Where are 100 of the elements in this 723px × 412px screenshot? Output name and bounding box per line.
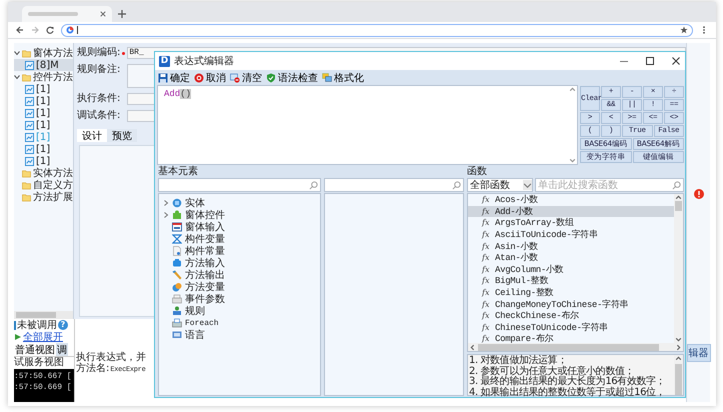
function-item[interactable]: fx BigMul-整数	[468, 275, 674, 287]
tree-item[interactable]: 控件方法	[14, 71, 73, 83]
function-item[interactable]: fx Acos-小数	[468, 194, 674, 206]
function-item[interactable]: fx Atan-小数	[468, 252, 674, 264]
toolbar-button[interactable]: 清空	[230, 70, 262, 84]
tree-item[interactable]: 方法输出	[163, 269, 320, 281]
chart-icon	[25, 132, 34, 142]
toolbar-button[interactable]: 确定	[158, 70, 190, 84]
shield-icon	[266, 72, 276, 82]
tab[interactable]: 预览	[107, 129, 137, 142]
function-item[interactable]: fx AvgColumn-小数	[468, 264, 674, 276]
category-dropdown[interactable]: 全部函数	[467, 178, 533, 192]
editor-button[interactable]: 辑器	[686, 344, 710, 362]
scroll-left-icon[interactable]	[469, 344, 476, 350]
tree-item[interactable]: Foreach	[163, 317, 320, 329]
error-icon	[694, 188, 704, 198]
scroll-up-icon[interactable]	[569, 86, 576, 93]
chart-icon	[25, 84, 34, 94]
function-item[interactable]: fx Add-小数	[468, 206, 674, 218]
toolbar-button[interactable]: 格式化	[322, 70, 364, 84]
tab[interactable]: 设计	[77, 129, 107, 142]
description-line: 1. 对数值做加法运算；	[469, 356, 567, 366]
scrollbar[interactable]	[674, 194, 683, 343]
tree-item[interactable]: 窗体输入	[163, 221, 320, 233]
scroll-down-icon[interactable]	[675, 336, 682, 343]
toolbar-button[interactable]: 语法检查	[266, 70, 318, 84]
back-icon[interactable]	[16, 26, 24, 34]
tree-item[interactable]: 构件常量	[163, 245, 320, 257]
search-field[interactable]	[158, 178, 321, 192]
search-field[interactable]	[324, 178, 464, 192]
box-icon	[172, 258, 182, 268]
tree-item[interactable]: [1]	[14, 119, 73, 131]
scrollbar[interactable]	[14, 311, 73, 319]
function-item[interactable]: fx Ceiling-整数	[468, 286, 674, 298]
close-icon[interactable]	[671, 56, 681, 66]
tree-item[interactable]: [1]	[14, 155, 73, 167]
tree-item[interactable]: [1]	[14, 107, 73, 119]
function-item[interactable]: fx AsciiToUnicode-字符串	[468, 228, 674, 240]
tab[interactable]: 调	[56, 343, 68, 356]
people-icon	[172, 306, 182, 316]
plus-icon[interactable]	[118, 10, 126, 18]
scroll-right-icon[interactable]	[675, 344, 682, 350]
tree-item[interactable]: [1]	[14, 83, 73, 95]
tree-item[interactable]: 方法输入	[163, 257, 320, 269]
tree-item[interactable]: [8]M	[14, 59, 73, 71]
tree-item[interactable]: [1]	[14, 143, 73, 155]
expression-editor[interactable]: Add()	[157, 85, 578, 165]
tree-item[interactable]: 实体	[163, 197, 320, 209]
chart-icon	[25, 120, 34, 130]
floppy-icon	[158, 72, 168, 82]
scroll-up-icon[interactable]	[675, 194, 682, 201]
scrollbar[interactable]	[568, 86, 577, 164]
tree-item[interactable]: 规则	[163, 305, 320, 317]
field-label: 规则备注:	[77, 64, 120, 76]
puzzle-icon	[172, 210, 182, 220]
star-icon[interactable]	[680, 26, 688, 34]
status-label: 未被调用	[17, 318, 57, 332]
window-title: 表达式编辑器	[174, 54, 234, 68]
pencil-icon	[172, 270, 182, 280]
function-item[interactable]: fx Asin-小数	[468, 240, 674, 252]
scroll-down-icon[interactable]	[569, 157, 576, 164]
function-item[interactable]: fx ChineseToUnicode-字符串	[468, 322, 674, 334]
forward-icon[interactable]	[31, 26, 39, 34]
scroll-up-icon[interactable]	[675, 355, 682, 362]
search-icon[interactable]	[309, 180, 318, 190]
search-field[interactable]: 单击此处搜索函数	[535, 178, 684, 192]
printer-icon	[172, 318, 182, 328]
function-item[interactable]: fx ChangeMoneyToChinese-字符串	[468, 298, 674, 310]
blurred-title	[28, 12, 78, 16]
scrollbar[interactable]	[467, 343, 684, 352]
tree-item[interactable]: 方法扩展	[14, 191, 73, 203]
tree-item[interactable]: 方法变量	[163, 281, 320, 293]
scroll-thumb[interactable]	[675, 201, 682, 211]
reload-icon[interactable]	[46, 26, 54, 34]
address-field[interactable]	[61, 24, 693, 36]
expand-icon	[14, 333, 22, 341]
tree-item[interactable]: 实体方法	[14, 167, 73, 179]
tree-item[interactable]: 窗体方法	[14, 47, 73, 59]
tree-item[interactable]: 自定义方	[14, 179, 73, 191]
tab[interactable]: 普通视图	[14, 343, 56, 356]
scroll-thumb[interactable]	[478, 344, 659, 350]
tree-item[interactable]: [1]	[14, 95, 73, 107]
toolbar-button[interactable]: 取消	[194, 70, 226, 84]
tree-item[interactable]: 窗体控件	[163, 209, 320, 221]
scroll-thumb[interactable]	[16, 312, 56, 318]
tree-item[interactable]: 语言	[163, 329, 320, 341]
scrollbar[interactable]	[674, 355, 683, 395]
field-label: 规则编码:	[77, 47, 120, 59]
tree-item[interactable]: 事件参数	[163, 293, 320, 305]
tree-item[interactable]: 构件变量	[163, 233, 320, 245]
function-item[interactable]: fx CheckChinese-布尔	[468, 310, 674, 322]
function-item[interactable]: fx ArgsToArray-数组	[468, 217, 674, 229]
menu-icon[interactable]	[700, 26, 708, 34]
function-item[interactable]: fx Compare-布尔	[468, 333, 674, 345]
search-icon[interactable]	[672, 180, 681, 190]
maximize-icon[interactable]	[645, 56, 655, 66]
expand-all-link[interactable]: 全部展开	[23, 330, 63, 344]
search-icon[interactable]	[452, 180, 461, 190]
stop-icon	[194, 72, 204, 82]
scroll-thumb[interactable]	[675, 364, 682, 395]
